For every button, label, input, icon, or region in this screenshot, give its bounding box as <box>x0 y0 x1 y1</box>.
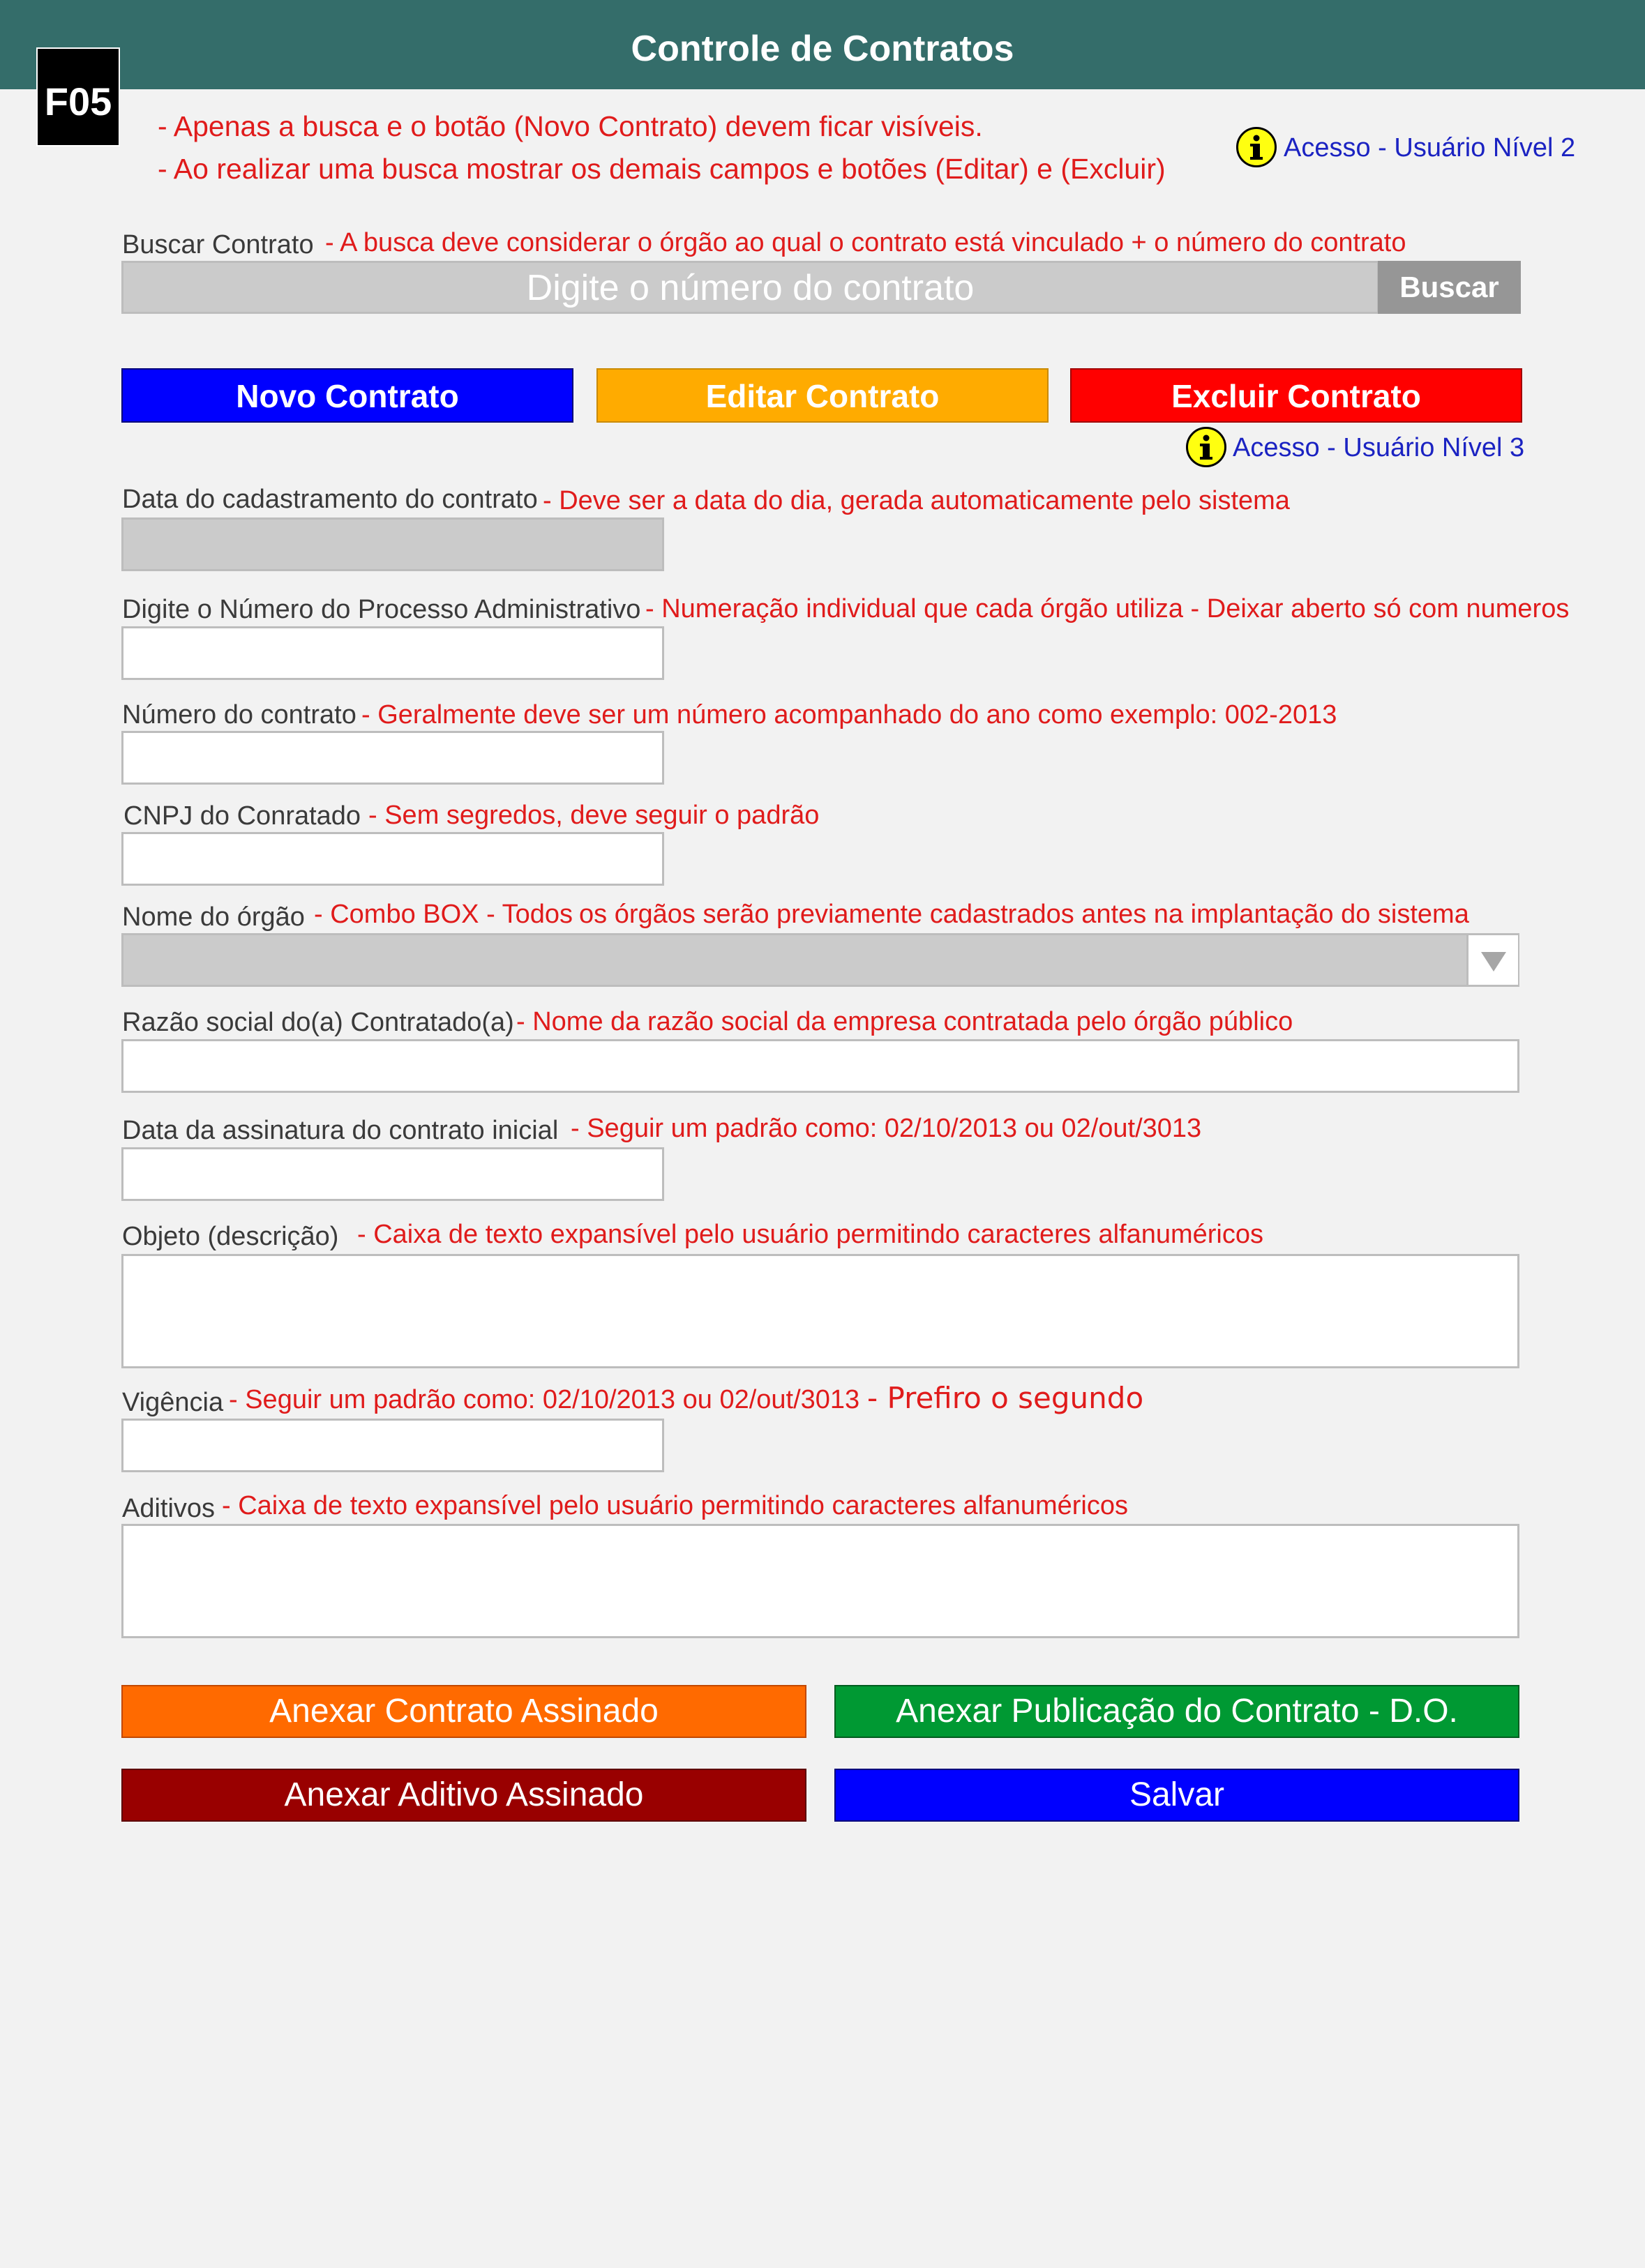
new-contract-button[interactable]: Novo Contrato <box>121 368 573 423</box>
validity-label: Vigência <box>122 1388 224 1417</box>
attach-publication-button[interactable]: Anexar Publicação do Contrato - D.O. <box>834 1685 1519 1738</box>
amendments-note: - Caixa de texto expansível pelo usuário… <box>222 1491 1128 1520</box>
info-icon <box>1186 427 1226 467</box>
info-icon <box>1236 127 1277 167</box>
access-level-3: Acesso - Usuário Nível 3 <box>1233 433 1525 462</box>
triangle-down-icon <box>1481 952 1506 972</box>
object-label: Objeto (descrição) <box>122 1222 339 1251</box>
organ-note-registered: os órgãos serão previamente cadastrados … <box>579 900 1469 929</box>
screen-code-badge: F05 <box>36 47 120 146</box>
cnpj-label: CNPJ do Conratado <box>123 801 361 831</box>
attach-signed-amendment-button[interactable]: Anexar Aditivo Assinado <box>121 1769 806 1822</box>
contract-number-field[interactable] <box>121 731 664 785</box>
search-button[interactable]: Buscar <box>1378 261 1521 314</box>
note-after-search: - Ao realizar uma busca mostrar os demai… <box>158 153 1166 185</box>
validity-note: - Seguir um padrão como: 02/10/2013 ou 0… <box>229 1385 860 1414</box>
object-textarea[interactable] <box>121 1254 1519 1368</box>
attach-signed-contract-button[interactable]: Anexar Contrato Assinado <box>121 1685 806 1738</box>
note-visibility: - Apenas a busca e o botão (Novo Contrat… <box>158 110 983 142</box>
amendments-label: Aditivos <box>122 1494 216 1523</box>
company-name-label: Razão social do(a) Contratado(a) <box>122 1008 514 1037</box>
organ-label: Nome do órgão <box>122 902 305 932</box>
delete-contract-button[interactable]: Excluir Contrato <box>1070 368 1522 423</box>
signature-date-note: - Seguir um padrão como: 02/10/2013 ou 0… <box>571 1114 1202 1143</box>
process-number-label: Digite o Número do Processo Administrati… <box>122 595 641 624</box>
company-name-note: - Nome da razão social da empresa contra… <box>516 1007 1293 1036</box>
organ-select[interactable] <box>121 933 1519 987</box>
contract-number-note: - Geralmente deve ser um número acompanh… <box>361 700 1337 729</box>
cnpj-note: - Sem segredos, deve seguir o padrão <box>368 801 820 830</box>
company-name-field[interactable] <box>121 1039 1519 1093</box>
organ-note-combo: - Combo BOX - Todos <box>314 900 573 929</box>
amendments-textarea[interactable] <box>121 1524 1519 1638</box>
save-button[interactable]: Salvar <box>834 1769 1519 1822</box>
signature-date-field[interactable] <box>121 1147 664 1201</box>
registration-date-field <box>121 517 664 571</box>
search-input[interactable]: Digite o número do contrato <box>121 261 1379 314</box>
edit-contract-button[interactable]: Editar Contrato <box>596 368 1049 423</box>
registration-date-note: - Deve ser a data do dia, gerada automat… <box>543 486 1290 515</box>
cnpj-field[interactable] <box>121 832 664 886</box>
contract-number-label: Número do contrato <box>122 700 356 729</box>
validity-field[interactable] <box>121 1419 664 1472</box>
process-number-field[interactable] <box>121 626 664 680</box>
title-bar: Controle de Contratos <box>0 0 1645 89</box>
object-note: - Caixa de texto expansível pelo usuário… <box>357 1220 1263 1249</box>
process-number-note: - Numeração individual que cada órgão ut… <box>645 594 1570 623</box>
access-level-2: Acesso - Usuário Nível 2 <box>1284 133 1576 162</box>
search-note: - A busca deve considerar o órgão ao qua… <box>325 228 1406 257</box>
organ-dropdown-toggle[interactable] <box>1466 935 1518 985</box>
signature-date-label: Data da assinatura do contrato inicial <box>122 1116 559 1145</box>
validity-note-preference: - Prefiro o segundo <box>867 1381 1144 1415</box>
page-title: Controle de Contratos <box>631 29 1014 69</box>
registration-date-label: Data do cadastramento do contrato <box>122 485 538 514</box>
search-label: Buscar Contrato <box>122 230 314 259</box>
